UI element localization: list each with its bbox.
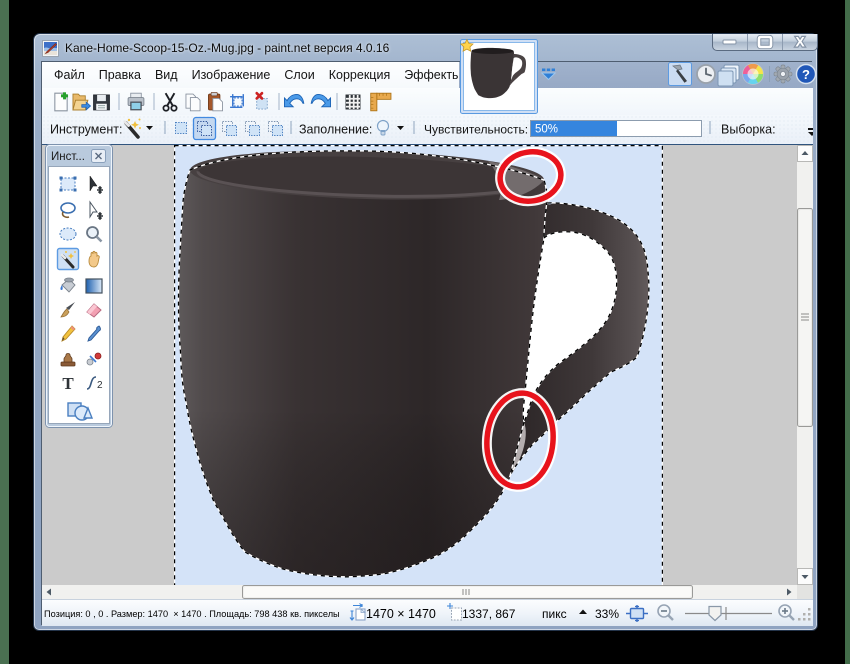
svg-text:Выборка:: Выборка:	[721, 123, 776, 137]
svg-text:Чувствительность:: Чувствительность:	[424, 123, 528, 137]
svg-text:T: T	[62, 374, 74, 393]
svg-text:X: X	[795, 35, 805, 49]
svg-text:Инструмент:: Инструмент:	[50, 123, 122, 137]
svg-text:Инст...: Инст...	[51, 151, 85, 163]
svg-text:1337, 867: 1337, 867	[462, 607, 516, 621]
svg-text:33%: 33%	[595, 607, 619, 621]
svg-text:1470 × 1470: 1470 × 1470	[366, 607, 436, 621]
svg-text:Заполнение:: Заполнение:	[299, 123, 372, 137]
svg-text:?: ?	[802, 67, 810, 82]
svg-text:Позиция: 0 , 0 . Размер: 1470: Позиция: 0 , 0 . Размер: 1470 × 1470 . П…	[44, 609, 340, 619]
svg-text:2: 2	[97, 380, 103, 391]
svg-text:пикс: пикс	[542, 607, 567, 621]
svg-text:50%: 50%	[535, 124, 558, 136]
